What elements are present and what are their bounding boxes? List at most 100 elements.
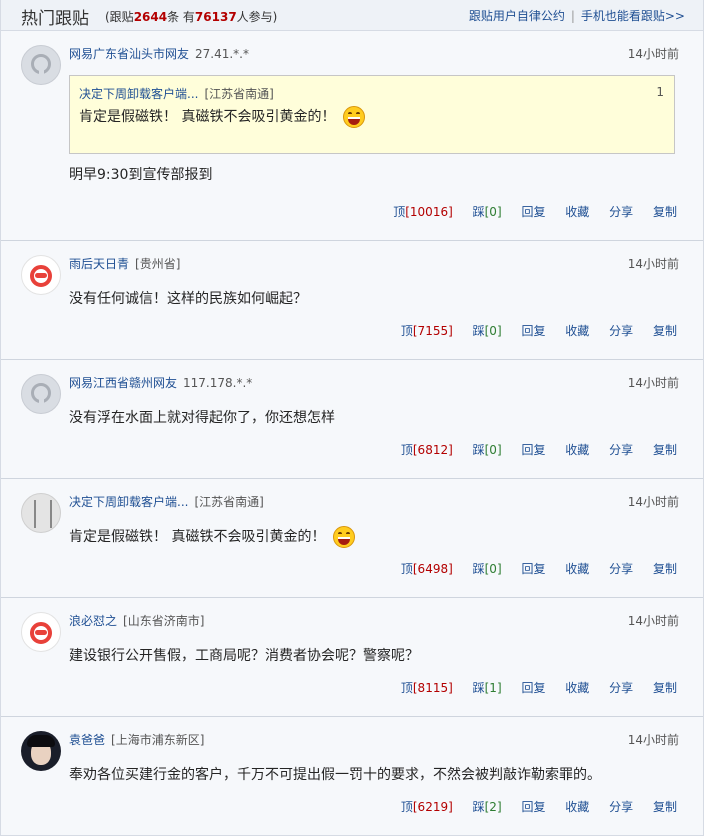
share-button[interactable]: 分享 — [609, 441, 633, 458]
favorite-button[interactable]: 收藏 — [565, 441, 589, 458]
netease-logo-avatar-icon[interactable] — [21, 255, 61, 295]
share-button[interactable]: 分享 — [609, 798, 633, 815]
comment-actions: 顶[10016] 踩[0] 回复 收藏 分享 复制 — [377, 203, 677, 220]
user-location: [贵州省] — [135, 257, 181, 271]
comment-text: 建设银行公开售假，工商局呢？消费者协会呢？警察呢？ — [69, 648, 419, 664]
favorite-button[interactable]: 收藏 — [565, 560, 589, 577]
downvote-count: [0] — [484, 562, 502, 576]
upvote-count: [8115] — [412, 681, 453, 695]
copy-button[interactable]: 复制 — [653, 560, 677, 577]
copy-button[interactable]: 复制 — [653, 322, 677, 339]
user-location: 27.41.*.* — [195, 47, 249, 61]
default-avatar-icon[interactable] — [21, 374, 61, 414]
quote-text: 肯定是假磁铁！ 真磁铁不会吸引黄金的！ — [79, 106, 366, 128]
downvote-button[interactable]: 踩[1] — [473, 679, 502, 696]
section-title: 热门跟贴 — [21, 9, 89, 29]
user-name[interactable]: 雨后天日青 — [69, 257, 129, 271]
reply-button[interactable]: 回复 — [521, 203, 545, 220]
upvote-count: [6498] — [412, 562, 453, 576]
downvote-count: [2] — [484, 800, 502, 814]
comment-item: 浪必怼之 [山东省济南市] 14小时前 建设银行公开售假，工商局呢？消费者协会呢？… — [1, 598, 703, 717]
share-button[interactable]: 分享 — [609, 203, 633, 220]
netease-logo-avatar-icon[interactable] — [21, 612, 61, 652]
comment-actions: 顶[6812] 踩[0] 回复 收藏 分享 复制 — [385, 441, 677, 458]
upvote-button[interactable]: 顶[6812] — [401, 441, 453, 458]
downvote-button[interactable]: 踩[0] — [473, 322, 502, 339]
user-location: [山东省济南市] — [123, 614, 205, 628]
downvote-button[interactable]: 踩[0] — [473, 560, 502, 577]
reply-button[interactable]: 回复 — [521, 679, 545, 696]
quote-user[interactable]: 决定下周卸载客户端... — [79, 87, 198, 101]
user-name[interactable]: 网易江西省赣州网友 — [69, 376, 177, 390]
comment-item: 网易广东省汕头市网友 27.41.*.* 14小时前 决定下周卸载客户端... [江… — [1, 31, 703, 241]
comment-time: 14小时前 — [627, 614, 679, 628]
copy-button[interactable]: 复制 — [653, 441, 677, 458]
copy-button[interactable]: 复制 — [653, 798, 677, 815]
comment-time: 14小时前 — [627, 733, 679, 747]
upvote-count: [10016] — [405, 205, 453, 219]
link-separator: | — [570, 9, 575, 23]
pattern-avatar-icon[interactable] — [21, 493, 61, 533]
comment-text: 奉劝各位买建行金的客户，千万不可提出假一罚十的要求，不然会被判敲诈勒索罪的。 — [69, 767, 601, 783]
share-button[interactable]: 分享 — [609, 560, 633, 577]
favorite-button[interactable]: 收藏 — [565, 322, 589, 339]
downvote-button[interactable]: 踩[0] — [473, 441, 502, 458]
comment-item: 决定下周卸载客户端... [江苏省南通] 14小时前 肯定是假磁铁！ 真磁铁不会吸… — [1, 479, 703, 598]
comment-time: 14小时前 — [627, 257, 679, 271]
upvote-button[interactable]: 顶[10016] — [393, 203, 453, 220]
laugh-emoji-icon — [343, 106, 366, 128]
comment-time: 14小时前 — [627, 376, 679, 390]
comment-user: 浪必怼之 [山东省济南市] — [69, 612, 204, 629]
user-name[interactable]: 浪必怼之 — [69, 614, 117, 628]
favorite-button[interactable]: 收藏 — [565, 798, 589, 815]
quote-location: [江苏省南通] — [204, 87, 274, 101]
reply-count: 2644 — [133, 10, 168, 24]
default-avatar-icon[interactable] — [21, 45, 61, 85]
share-button[interactable]: 分享 — [609, 679, 633, 696]
downvote-button[interactable]: 踩[2] — [473, 798, 502, 815]
user-name[interactable]: 网易广东省汕头市网友 — [69, 47, 189, 61]
favorite-button[interactable]: 收藏 — [565, 203, 589, 220]
comment-user: 网易广东省汕头市网友 27.41.*.* — [69, 45, 249, 62]
comment-user: 袁爸爸 [上海市浦东新区] — [69, 731, 204, 748]
comment-text: 没有任何诚信！这样的民族如何崛起？ — [69, 291, 307, 307]
user-location: [上海市浦东新区] — [111, 733, 205, 747]
user-name[interactable]: 袁爸爸 — [69, 733, 105, 747]
comment-body: 肯定是假磁铁！ 真磁铁不会吸引黄金的！ — [69, 529, 326, 545]
comment-text: 没有浮在水面上就对得起你了，你还想怎样 — [69, 410, 335, 426]
laugh-emoji-icon — [333, 526, 356, 548]
reply-button[interactable]: 回复 — [521, 798, 545, 815]
downvote-count: [1] — [484, 681, 502, 695]
favorite-button[interactable]: 收藏 — [565, 679, 589, 696]
comment-item: 雨后天日青 [贵州省] 14小时前 没有任何诚信！这样的民族如何崛起？ 顶[715… — [1, 241, 703, 360]
upvote-count: [6812] — [412, 443, 453, 457]
upvote-button[interactable]: 顶[6498] — [401, 560, 453, 577]
comment-actions: 顶[8115] 踩[1] 回复 收藏 分享 复制 — [385, 679, 677, 696]
comment-actions: 顶[6219] 踩[2] 回复 收藏 分享 复制 — [385, 798, 677, 815]
upvote-button[interactable]: 顶[7155] — [401, 322, 453, 339]
upvote-button[interactable]: 顶[8115] — [401, 679, 453, 696]
comment-stats: (跟贴2644条 有76137人参与) — [105, 8, 277, 25]
rules-link[interactable]: 跟贴用户自律公约 — [469, 9, 565, 23]
quote-floor-number: 1 — [656, 85, 664, 99]
downvote-count: [0] — [484, 205, 502, 219]
user-name[interactable]: 决定下周卸载客户端... — [69, 495, 188, 509]
downvote-button[interactable]: 踩[0] — [473, 203, 502, 220]
comment-actions: 顶[6498] 踩[0] 回复 收藏 分享 复制 — [385, 560, 677, 577]
reply-button[interactable]: 回复 — [521, 560, 545, 577]
comment-item: 袁爸爸 [上海市浦东新区] 14小时前 奉劝各位买建行金的客户，千万不可提出假一罚… — [1, 717, 703, 835]
copy-button[interactable]: 复制 — [653, 679, 677, 696]
hot-comments-panel: 热门跟贴 (跟贴2644条 有76137人参与) 跟贴用户自律公约 | 手机也能看跟… — [0, 0, 704, 836]
share-button[interactable]: 分享 — [609, 322, 633, 339]
copy-button[interactable]: 复制 — [653, 203, 677, 220]
stats-suffix: 人参与) — [236, 10, 278, 24]
reply-button[interactable]: 回复 — [521, 322, 545, 339]
hot-comments-header: 热门跟贴 (跟贴2644条 有76137人参与) 跟贴用户自律公约 | 手机也能看跟… — [1, 0, 703, 31]
upvote-button[interactable]: 顶[6219] — [401, 798, 453, 815]
mobile-link[interactable]: 手机也能看跟贴>> — [581, 9, 685, 23]
reply-button[interactable]: 回复 — [521, 441, 545, 458]
participant-count: 76137 — [194, 10, 237, 24]
photo-avatar-icon[interactable] — [21, 731, 61, 771]
comment-time: 14小时前 — [627, 47, 679, 61]
downvote-count: [0] — [484, 324, 502, 338]
